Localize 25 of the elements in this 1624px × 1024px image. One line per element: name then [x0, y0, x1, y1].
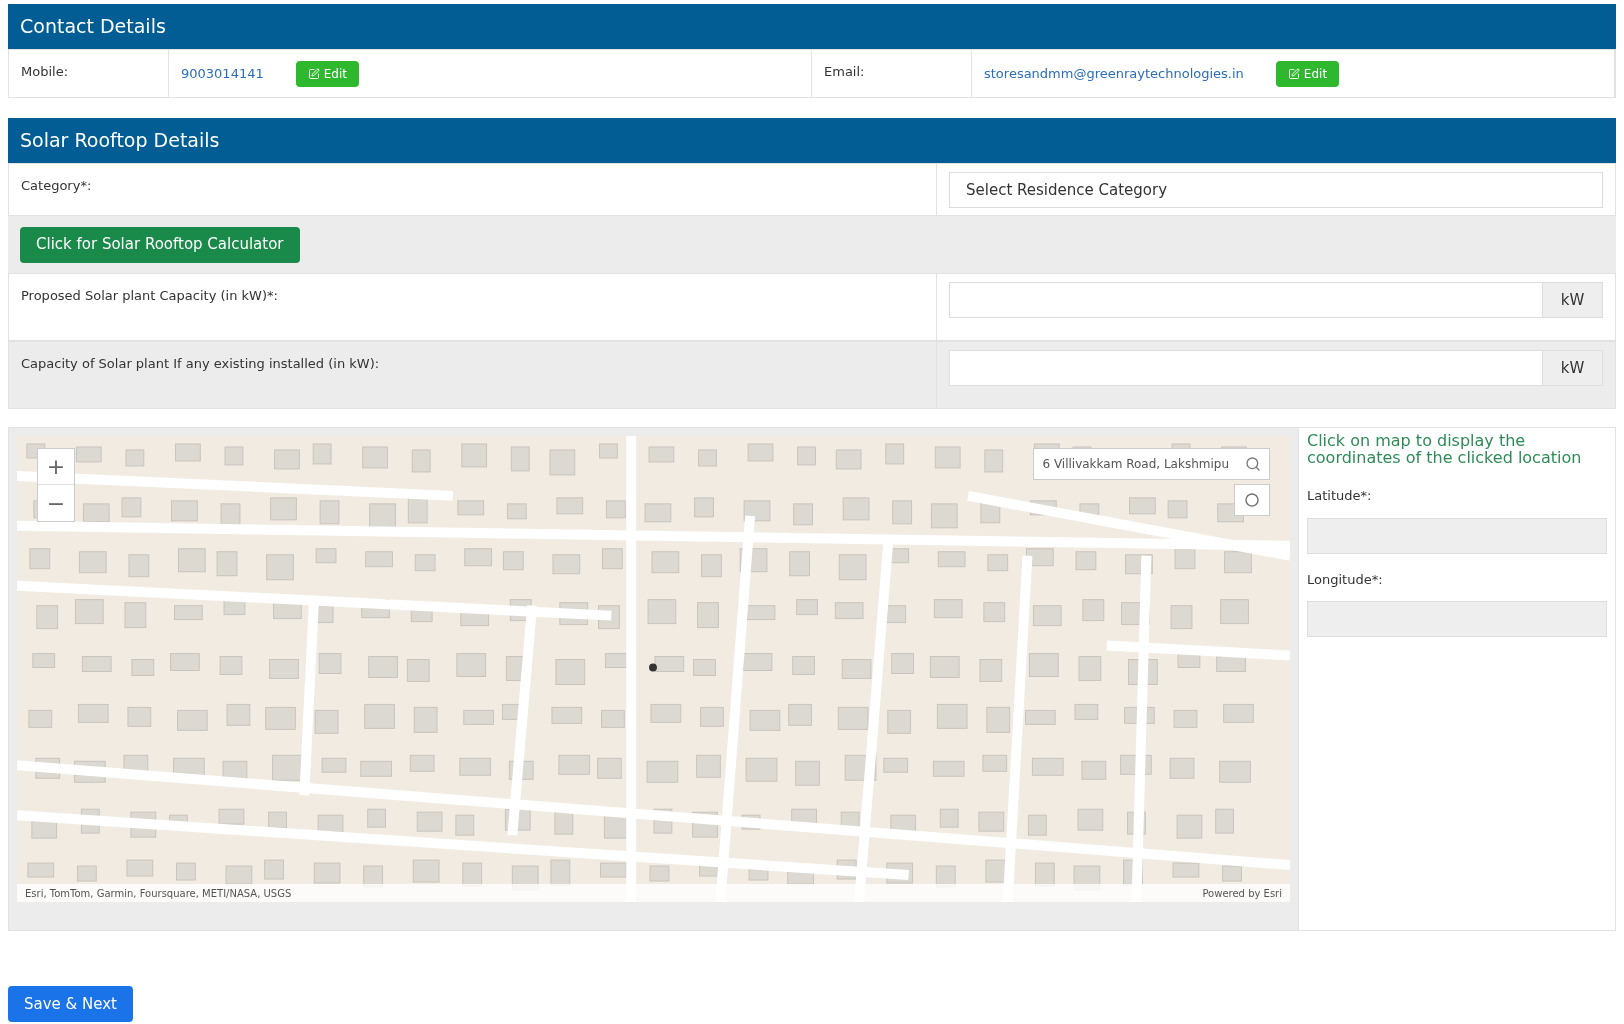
- field-label: Category*:: [21, 178, 92, 193]
- edit-icon: [307, 67, 320, 80]
- zoom-out-button[interactable]: −: [38, 485, 74, 521]
- edit-icon: [1287, 67, 1300, 80]
- zoom-in-button[interactable]: +: [38, 449, 74, 485]
- map-search-field[interactable]: 6 Villivakkam Road, Lakshmipu: [1033, 448, 1270, 480]
- locate-button[interactable]: [1234, 484, 1270, 516]
- field-label: Email:: [824, 64, 865, 79]
- section-header: Solar Rooftop Details: [8, 118, 1616, 163]
- map-hint-text: Click on map to display the coordinates of the clicked location: [1307, 432, 1583, 466]
- attribution-text: Esri, TomTom, Garmin, Foursquare, METI/NASA, USGS: [25, 886, 292, 901]
- field-value: storesandmm@greenraytechnologies.in: [984, 64, 1244, 83]
- field-label: Proposed Solar plant Capacity (in kW)*:: [21, 288, 278, 303]
- powered-by-text: Powered by Esri: [1202, 886, 1282, 901]
- save-next-button[interactable]: Save & Next: [8, 986, 133, 1022]
- field-label: Longitude*:: [1307, 570, 1384, 589]
- calculator-button[interactable]: Click for Solar Rooftop Calculator: [20, 226, 300, 263]
- field-label: Capacity of Solar plant If any existing installed (in kW):: [21, 356, 380, 371]
- field-label: Latitude*:: [1307, 487, 1373, 505]
- category-select[interactable]: Select Residence Category: [949, 172, 1603, 208]
- locate-icon: [1244, 492, 1260, 508]
- field-value: 9003014141: [181, 64, 264, 83]
- field-label: Mobile:: [21, 64, 69, 79]
- search-icon: [1245, 456, 1261, 472]
- section-header: Contact Details: [8, 4, 1616, 49]
